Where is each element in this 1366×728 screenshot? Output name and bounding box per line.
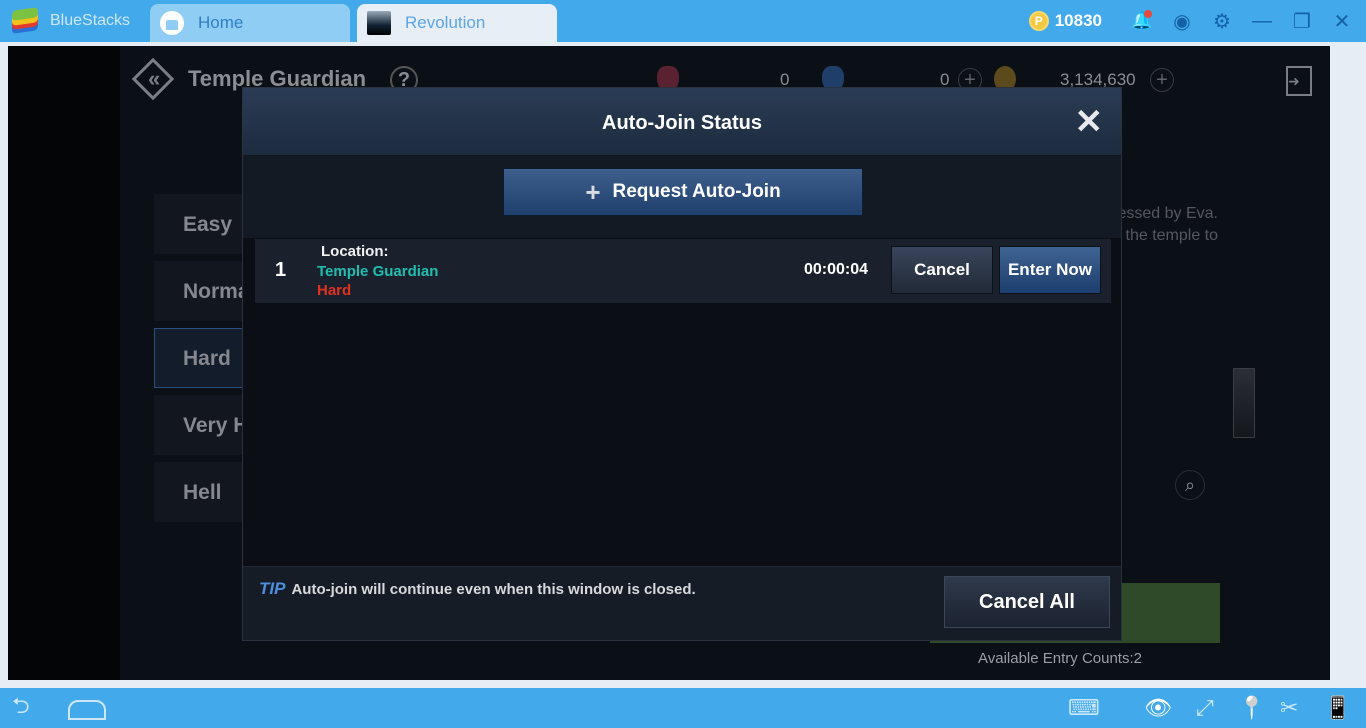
tab-home[interactable]: Home — [150, 4, 350, 42]
elapsed-time: 00:00:04 — [804, 261, 869, 278]
cancel-all-button[interactable]: Cancel All — [944, 576, 1110, 628]
app-icon — [367, 11, 391, 35]
resize-icon[interactable]: ⤢ — [1196, 694, 1214, 722]
coin-balance: 10830 — [1054, 11, 1102, 30]
restore-icon[interactable]: ❐ — [1282, 0, 1322, 42]
settings-gear-icon[interactable]: ⚙ — [1202, 0, 1242, 42]
tip-text: Auto-join will continue even when this w… — [291, 581, 696, 598]
enter-now-button[interactable]: Enter Now — [999, 246, 1101, 294]
location-label: Location: — [321, 243, 389, 260]
notification-bell-icon[interactable]: 🔔 — [1122, 0, 1162, 42]
cancel-button[interactable]: Cancel — [891, 246, 993, 294]
plus-icon: + — [585, 176, 601, 207]
tip-label: TIP — [259, 579, 286, 598]
monster-thumbnail[interactable] — [1233, 368, 1255, 438]
eye-icon[interactable]: 👁 — [1144, 694, 1172, 722]
scissors-icon[interactable]: ✂ — [1280, 694, 1298, 722]
dialog-title: Auto-Join Status — [602, 112, 762, 134]
tab-revolution[interactable]: Revolution — [357, 4, 557, 42]
tip: TIP Auto-join will continue even when thi… — [259, 579, 696, 599]
location-difficulty: Hard — [317, 282, 352, 299]
profile-icon[interactable]: ◉ — [1162, 0, 1202, 42]
location-name: Temple Guardian — [317, 263, 439, 280]
entry-counts: Available Entry Counts:2 — [978, 650, 1142, 667]
auto-join-row: 1 Location: Temple Guardian Hard 00:00:0… — [255, 239, 1111, 303]
bottom-toolbar: ⮌ ⌨ 👁 ⤢ 📍 ✂ 📱 — [0, 688, 1366, 728]
brand: BlueStacks — [10, 6, 130, 36]
titlebar: BlueStacks Home Revolution P 10830 🔔 ◉ ⚙… — [0, 0, 1366, 42]
add-gold-button[interactable]: + — [1150, 68, 1174, 92]
bluestacks-logo-icon — [10, 7, 40, 34]
dialog-footer: TIP Auto-join will continue even when thi… — [243, 566, 1121, 640]
location-icon[interactable]: 📍 — [1238, 694, 1265, 722]
row-index: 1 — [275, 259, 287, 281]
minimize-icon[interactable]: — — [1242, 0, 1282, 42]
close-window-icon[interactable]: ✕ — [1322, 0, 1362, 42]
brand-name: BlueStacks — [50, 12, 131, 29]
titlebar-controls: P 10830 🔔 ◉ ⚙ — ❐ ✕ — [1028, 0, 1366, 42]
tab-revolution-label: Revolution — [405, 13, 486, 32]
shake-phone-icon[interactable]: 📱 — [1324, 694, 1351, 722]
tab-home-label: Home — [198, 13, 244, 32]
android-home-icon[interactable] — [68, 700, 106, 720]
close-icon[interactable]: ✕ — [1075, 102, 1104, 142]
coin-icon: P — [1028, 11, 1049, 31]
auto-join-status-dialog: Auto-Join Status ✕ + Request Auto-Join 1… — [242, 87, 1122, 641]
exit-icon[interactable]: ➜ — [1286, 66, 1312, 96]
home-icon — [160, 11, 184, 35]
request-auto-join-label: Request Auto-Join — [612, 181, 781, 202]
dialog-toolbar: + Request Auto-Join — [243, 156, 1121, 238]
notification-dot — [1144, 10, 1152, 18]
back-icon[interactable]: ⮌ — [12, 693, 30, 722]
back-chevron-icon: « — [148, 66, 161, 91]
dialog-header: Auto-Join Status ✕ — [243, 88, 1121, 156]
request-auto-join-button[interactable]: + Request Auto-Join — [503, 168, 863, 216]
search-icon[interactable]: ⌕ — [1175, 470, 1205, 500]
keyboard-icon[interactable]: ⌨ — [1068, 694, 1100, 722]
